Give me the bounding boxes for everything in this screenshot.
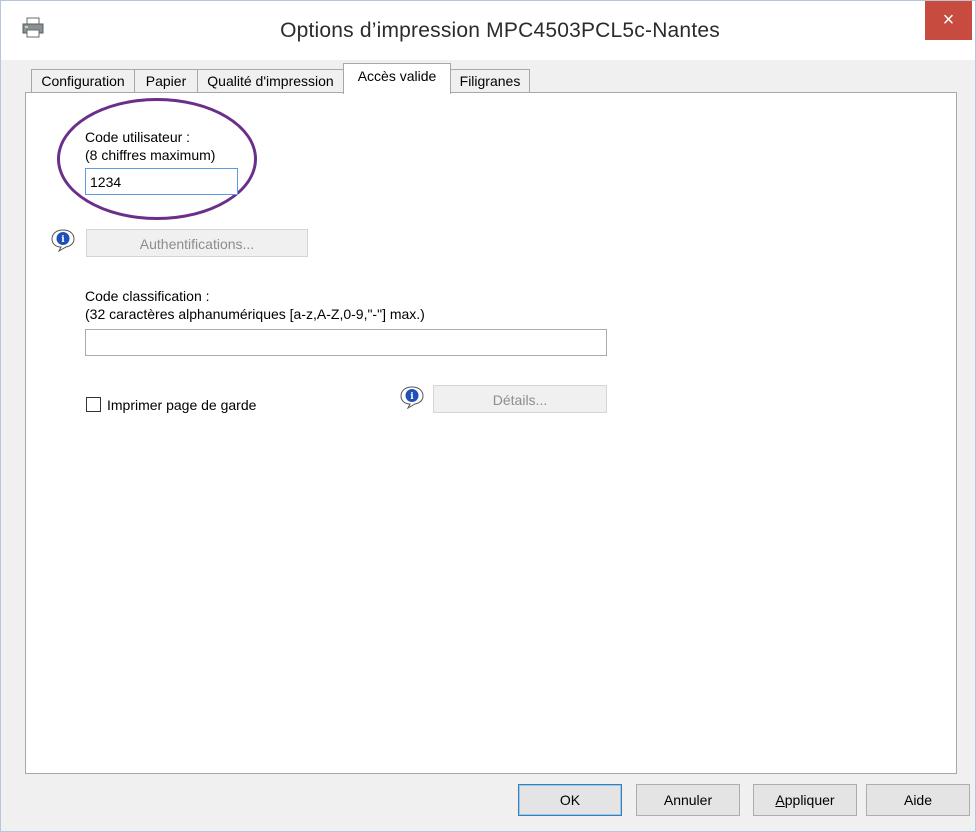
- tab-acces-valide[interactable]: Accès valide: [343, 63, 451, 94]
- tab-qualite-impression[interactable]: Qualité d'impression: [197, 69, 344, 92]
- help-button[interactable]: Aide: [866, 784, 970, 816]
- user-code-input[interactable]: [85, 168, 238, 195]
- close-icon: ×: [942, 9, 955, 31]
- classification-input[interactable]: [85, 329, 607, 356]
- svg-text:i: i: [61, 235, 65, 245]
- tab-configuration[interactable]: Configuration: [31, 69, 135, 92]
- cover-page-label[interactable]: Imprimer page de garde: [107, 397, 256, 413]
- user-code-label: Code utilisateur :: [85, 129, 191, 145]
- apply-label: ppliquer: [784, 792, 835, 808]
- close-button[interactable]: ×: [925, 1, 972, 40]
- title-bar: Options d’impression MPC4503PCL5c-Nantes…: [1, 1, 975, 60]
- cancel-button[interactable]: Annuler: [636, 784, 740, 816]
- apply-button[interactable]: Appliquer: [753, 784, 857, 816]
- classification-label: Code classification :: [85, 288, 210, 304]
- info-balloon-icon: i: [400, 386, 424, 409]
- tab-filigranes[interactable]: Filigranes: [450, 69, 530, 92]
- window-title: Options d’impression MPC4503PCL5c-Nantes: [280, 19, 720, 42]
- apply-accelerator: A: [775, 792, 785, 808]
- svg-text:i: i: [410, 392, 414, 402]
- print-options-dialog: Options d’impression MPC4503PCL5c-Nantes…: [0, 0, 976, 832]
- cover-page-checkbox[interactable]: [86, 397, 101, 412]
- details-button[interactable]: Détails...: [433, 385, 607, 413]
- ok-button[interactable]: OK: [518, 784, 622, 816]
- authentications-button[interactable]: Authentifications...: [86, 229, 308, 257]
- user-code-hint: (8 chiffres maximum): [85, 147, 216, 163]
- classification-hint: (32 caractères alphanumériques [a-z,A-Z,…: [85, 306, 425, 322]
- info-balloon-icon: i: [51, 229, 75, 252]
- tab-papier[interactable]: Papier: [134, 69, 198, 92]
